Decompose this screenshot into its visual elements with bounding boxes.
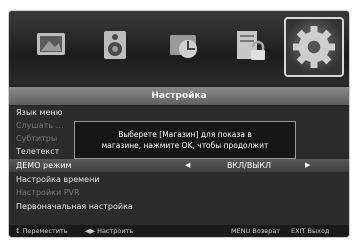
settings-icon[interactable] xyxy=(284,17,344,77)
menu-item-label: Настройки PVR xyxy=(16,188,80,197)
hint-move: ↕ Переместить xyxy=(15,227,68,235)
arrow-left-icon[interactable]: ◀ xyxy=(185,159,190,172)
menu-item-label: Телетекст xyxy=(16,147,60,156)
menu-item-label: Субтитры xyxy=(16,134,58,143)
menu-item-label: Язык меню xyxy=(16,108,63,117)
menu-title: Настройка xyxy=(9,87,349,105)
menu-icon-bar xyxy=(9,11,349,85)
arrow-right-icon[interactable]: ▶ xyxy=(305,159,310,172)
settings-panel: Настройка Язык меню Слушать … Субтитры Т… xyxy=(9,11,349,237)
menu-item-label: Слушать … xyxy=(16,121,64,130)
popup-line-1: Выберете [Магазин] для показа в xyxy=(118,130,252,139)
popup-line-2: магазине, нажмите OK, чтобы продолжит xyxy=(101,141,269,150)
store-mode-popup[interactable]: Выберете [Магазин] для показа в магазине… xyxy=(74,121,296,159)
menu-item-time-settings[interactable]: Настройка времени xyxy=(9,173,349,186)
hint-exit: EXIT Выход xyxy=(291,227,330,235)
picture-icon[interactable] xyxy=(31,25,71,65)
channel-icon[interactable] xyxy=(164,25,204,65)
menu-item-label: Настройка времени xyxy=(16,175,100,184)
demo-mode-value: ВКЛ/ВЫКЛ xyxy=(226,161,272,170)
tv-screen: Настройка Язык меню Слушать … Субтитры Т… xyxy=(0,0,363,244)
menu-item-demo-mode[interactable]: ДЕМО режим ◀ ВКЛ/ВЫКЛ ▶ xyxy=(9,159,349,172)
menu-item-pvr-settings[interactable]: Настройки PVR xyxy=(9,186,349,199)
menu-item-label: ДЕМО режим xyxy=(16,161,72,170)
menu-item-initial-setup[interactable]: Первоначальная настройка xyxy=(9,200,349,213)
key-hint-bar: ↕ Переместить ◀▶ Настроить MENU Возврат … xyxy=(9,225,349,237)
lock-icon[interactable] xyxy=(229,25,269,65)
menu-item-label: Первоначальная настройка xyxy=(16,202,133,211)
hint-back: MENU Возврат xyxy=(231,227,281,235)
sound-icon[interactable] xyxy=(96,25,136,65)
menu-item-language[interactable]: Язык меню xyxy=(9,106,349,119)
hint-adjust: ◀▶ Настроить xyxy=(85,227,134,235)
